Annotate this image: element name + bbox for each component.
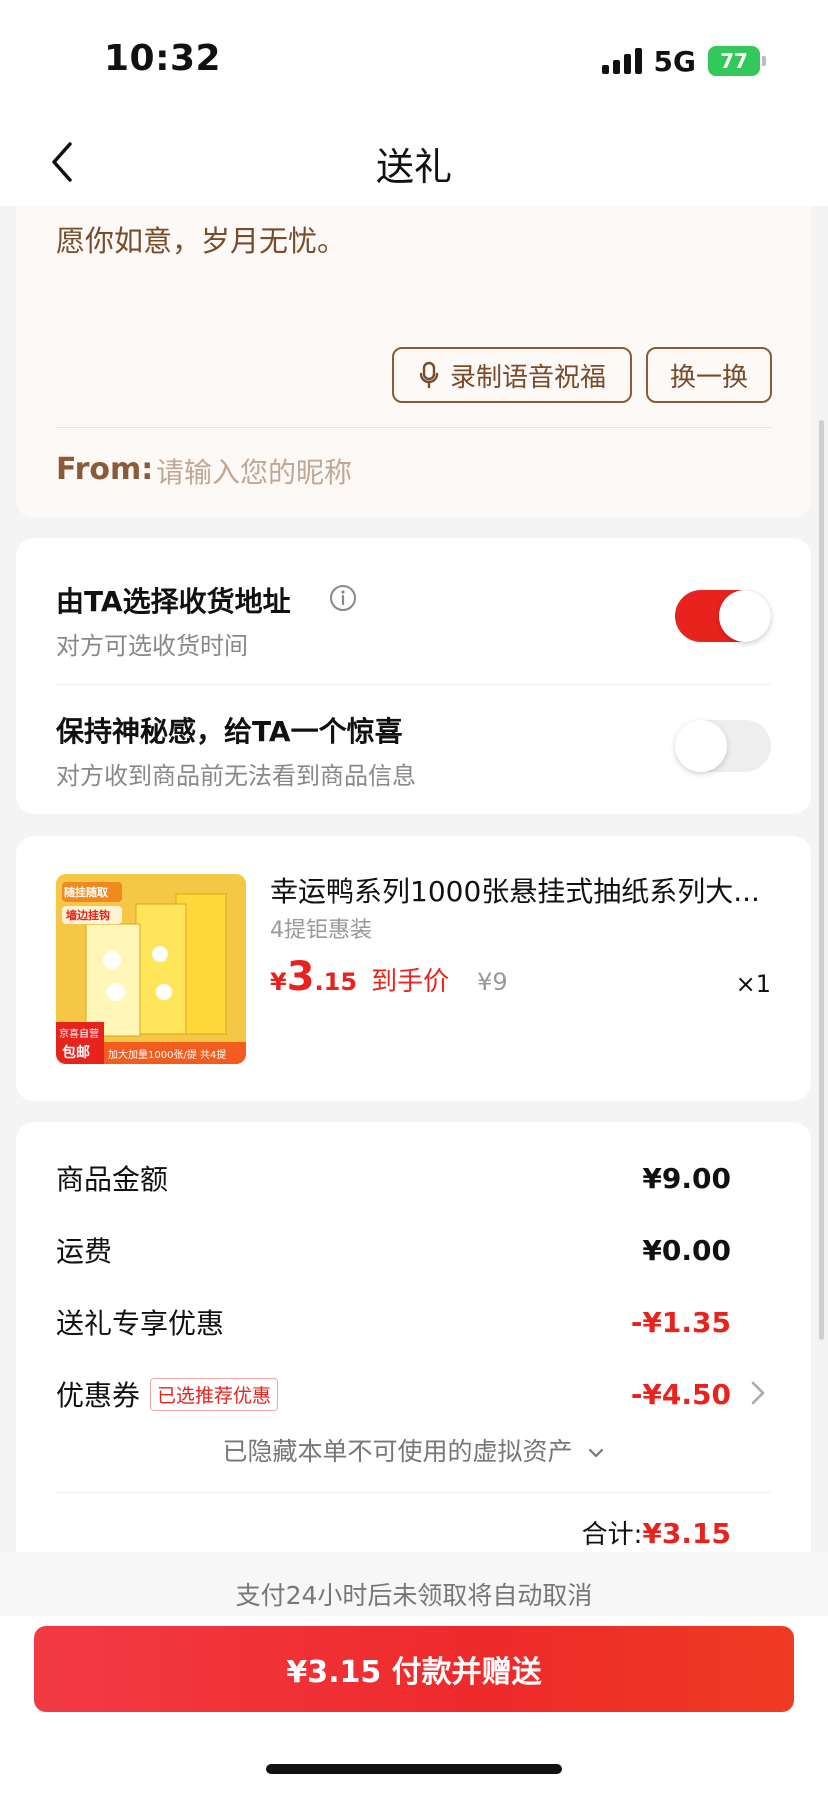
price-currency: ¥ (270, 968, 287, 996)
summary-row-coupon[interactable]: 优惠券 已选推荐优惠 -¥4.50 (56, 1374, 731, 1414)
battery-level: 77 (720, 49, 748, 73)
gift-discount-label: 送礼专享优惠 (56, 1307, 225, 1340)
divider (56, 684, 771, 685)
gift-options-card: 由TA选择收货地址 对方可选收货时间 保持神秘感，给TA一个惊喜 对方收到商品前… (16, 538, 811, 814)
order-summary-card: 商品金额 ¥9.00 运费 ¥0.00 送礼专享优惠 -¥1.35 优惠券 已选… (16, 1122, 811, 1572)
total-row: 合计: ¥3.15 (582, 1514, 731, 1551)
product-name: 幸运鸭系列1000张悬挂式抽纸系列大... (270, 875, 760, 908)
price-decimal: .15 (314, 968, 358, 996)
surprise-toggle[interactable] (675, 720, 771, 772)
total-label: 合计: (581, 1520, 643, 1550)
hidden-assets-label: 已隐藏本单不可使用的虚拟资产 (222, 1437, 573, 1466)
product-image-footer: 加大加量1000张/提 共4提 (108, 1050, 227, 1061)
coupon-badge: 已选推荐优惠 (150, 1377, 279, 1411)
summary-row-shipping: 运费 ¥0.00 (56, 1230, 731, 1270)
microphone-icon (419, 361, 439, 389)
auto-cancel-notice: 支付24小时后未领取将自动取消 (235, 1581, 593, 1610)
original-price: ¥9 (477, 968, 508, 996)
subtotal-label: 商品金额 (56, 1163, 169, 1196)
summary-row-gift-discount: 送礼专享优惠 -¥1.35 (56, 1302, 731, 1342)
hidden-assets-toggle[interactable]: 已隐藏本单不可使用的虚拟资产 (16, 1432, 811, 1468)
recipient-address-toggle[interactable] (675, 590, 771, 642)
network-type: 5G (653, 44, 696, 78)
shipping-value: ¥0.00 (642, 1233, 731, 1267)
greeting-card: 愿你如意，岁月无忧。 录制语音祝福 换一换 From: (16, 206, 811, 518)
info-icon[interactable] (329, 584, 357, 612)
chevron-right-icon[interactable] (749, 1378, 767, 1408)
battery-icon: 77 (708, 46, 766, 76)
page-title: 送礼 (375, 145, 452, 189)
status-bar: 10:32 5G 77 (0, 0, 828, 120)
pay-and-gift-button[interactable]: ¥3.15 付款并赠送 (34, 1626, 794, 1712)
product-image-badge-top: 随挂随取 (64, 886, 108, 899)
scrollbar[interactable] (819, 420, 824, 1340)
product-image-store-badge: 京喜自营 (59, 1029, 99, 1040)
record-voice-button[interactable]: 录制语音祝福 (392, 347, 632, 403)
record-voice-label: 录制语音祝福 (449, 362, 606, 393)
product-image-badge-sub: 墙边挂钩 (66, 909, 110, 922)
product-spec: 4提钜惠装 (270, 918, 372, 943)
option-recipient-address-subtitle: 对方可选收货时间 (56, 632, 248, 660)
shipping-label: 运费 (56, 1235, 113, 1268)
product-price: ¥ 3 .15 到手价 ¥9 (270, 954, 508, 1000)
swap-message-button[interactable]: 换一换 (646, 347, 772, 403)
price-integer: 3 (286, 954, 315, 1000)
home-indicator[interactable] (266, 1764, 562, 1774)
product-image: 随挂随取 墙边挂钩 京喜自营 包邮 加大加量1000张/提 共4提 (56, 874, 246, 1064)
price-tag: 到手价 (371, 967, 450, 997)
greeting-message: 愿你如意，岁月无忧。 (56, 224, 347, 258)
chevron-down-icon (589, 1448, 604, 1458)
product-quantity: ×1 (735, 970, 771, 998)
nickname-input[interactable] (156, 450, 576, 494)
product-card[interactable]: 随挂随取 墙边挂钩 京喜自营 包邮 加大加量1000张/提 共4提 幸运鸭系列1… (16, 836, 811, 1101)
gift-discount-value: -¥1.35 (630, 1305, 731, 1339)
product-image-shipping-badge: 包邮 (62, 1045, 90, 1061)
coupon-value: -¥4.50 (630, 1377, 731, 1411)
option-recipient-address-title: 由TA选择收货地址 (56, 585, 291, 618)
divider (56, 427, 771, 428)
status-time: 10:32 (104, 38, 222, 79)
divider (56, 1492, 771, 1493)
status-indicators: 5G 77 (601, 44, 766, 78)
coupon-label: 优惠券 (56, 1379, 141, 1412)
bottom-bar: 支付24小时后未领取将自动取消 ¥3.15 付款并赠送 (0, 1552, 828, 1796)
from-label: From: (56, 452, 154, 487)
nav-bar: 送礼 (0, 120, 828, 206)
total-value: ¥3.15 (642, 1517, 731, 1550)
option-surprise-subtitle: 对方收到商品前无法看到商品信息 (56, 762, 416, 790)
summary-row-subtotal: 商品金额 ¥9.00 (56, 1158, 731, 1198)
option-surprise-title: 保持神秘感，给TA一个惊喜 (56, 715, 403, 748)
subtotal-value: ¥9.00 (642, 1161, 731, 1195)
signal-icon (601, 48, 642, 74)
coupon-label-group: 优惠券 已选推荐优惠 (56, 1374, 279, 1414)
